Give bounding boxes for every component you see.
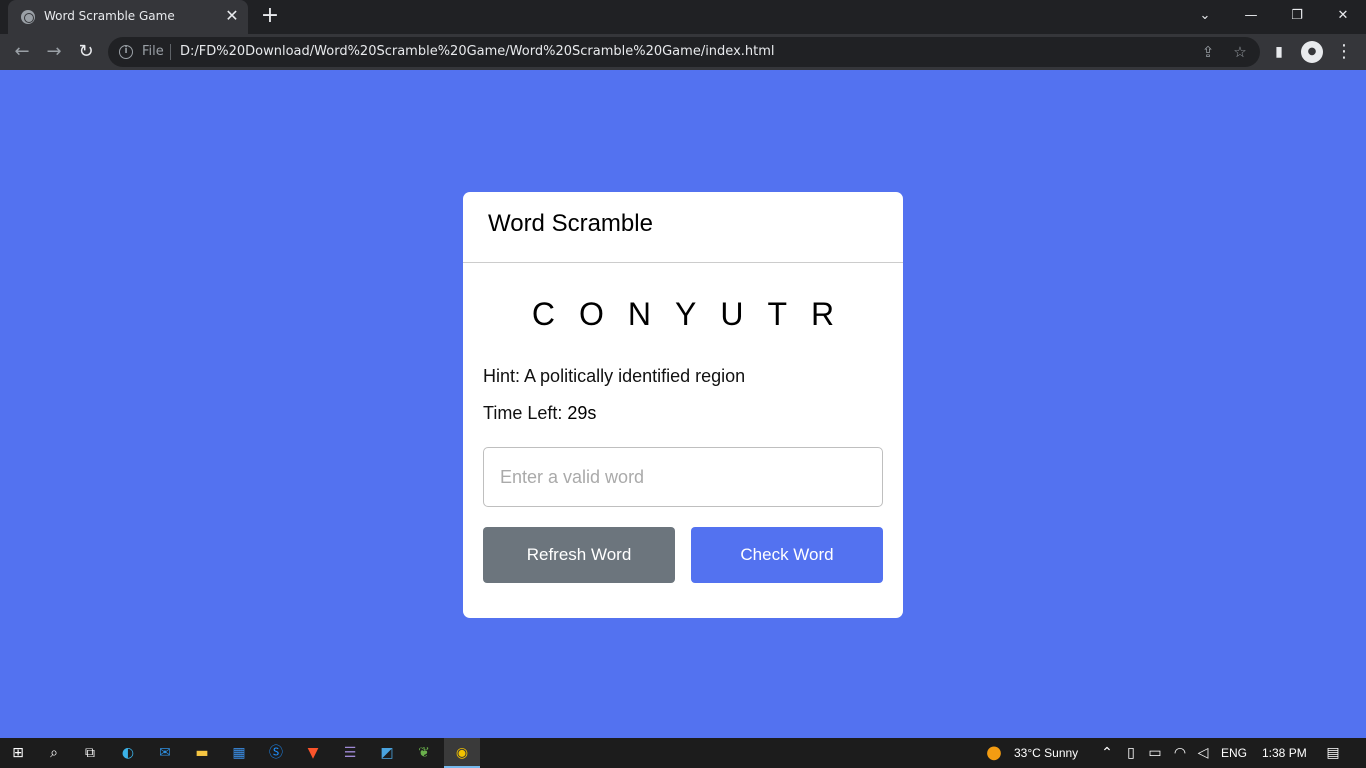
refresh-word-button[interactable]: Refresh Word: [483, 527, 675, 583]
brave-icon[interactable]: ▼: [302, 742, 324, 764]
minimize-button[interactable]: —: [1237, 3, 1265, 29]
task-view-icon[interactable]: ⧉: [79, 742, 101, 764]
header-divider: [463, 262, 903, 263]
back-icon[interactable]: ←: [9, 39, 35, 65]
volume-icon[interactable]: ◁: [1192, 742, 1214, 764]
side-panel-icon[interactable]: ▮: [1266, 39, 1292, 65]
page-background: Word Scramble CONYUTR Hint: A politicall…: [0, 70, 1366, 738]
url-separator: [170, 44, 171, 60]
mail-icon[interactable]: ✉: [154, 742, 176, 764]
weather-sun-icon[interactable]: ●: [983, 742, 1005, 764]
skype-icon[interactable]: Ⓢ: [265, 742, 287, 764]
forward-icon[interactable]: →: [41, 39, 67, 65]
close-window-button[interactable]: ✕: [1329, 3, 1357, 29]
share-icon[interactable]: ⇪: [1198, 42, 1218, 62]
globe-icon: [21, 10, 35, 24]
address-bar[interactable]: i File D:/FD%20Download/Word%20Scramble%…: [108, 37, 1260, 67]
language-indicator[interactable]: ENG: [1221, 746, 1247, 760]
weather-text[interactable]: 33°C Sunny: [1014, 746, 1078, 760]
clock[interactable]: 1:38 PM: [1262, 746, 1307, 760]
tab-close-icon[interactable]: ✕: [223, 7, 241, 25]
windows-taskbar: ⊞ ⌕ ⧉ ◐ ✉ ▬ ▦ Ⓢ ▼ ☰ ◩ ❦ ◉ ● 33°C Sunny ⌃…: [0, 738, 1366, 768]
reload-icon[interactable]: ↻: [73, 39, 99, 65]
edge-icon[interactable]: ◐: [117, 742, 139, 764]
battery-icon[interactable]: ▭: [1144, 742, 1166, 764]
hint-text: A politically identified region: [524, 366, 746, 386]
store-icon[interactable]: ▦: [228, 742, 250, 764]
hint-label: Hint:: [483, 366, 521, 386]
game-title: Word Scramble: [488, 210, 653, 237]
timer-line: Time Left: 29s: [483, 403, 596, 424]
search-icon[interactable]: ⌕: [43, 742, 65, 764]
time-value: 29s: [567, 403, 597, 423]
wifi-icon[interactable]: ◠: [1169, 742, 1191, 764]
browser-tab-bar: Word Scramble Game ✕ + ⌄ — ❐ ✕: [0, 0, 1366, 34]
url-scheme: File: [142, 44, 164, 59]
time-label: Time Left:: [483, 403, 563, 423]
tab-title: Word Scramble Game: [44, 9, 175, 23]
file-explorer-icon[interactable]: ▬: [191, 742, 213, 764]
browser-tab[interactable]: Word Scramble Game ✕: [8, 0, 248, 34]
spring-icon[interactable]: ❦: [413, 742, 435, 764]
chevron-up-icon[interactable]: ⌃: [1096, 742, 1118, 764]
windows-start-icon[interactable]: ⊞: [7, 742, 29, 764]
word-input[interactable]: [483, 447, 883, 507]
browser-toolbar: ← → ↻ i File D:/FD%20Download/Word%20Scr…: [0, 34, 1366, 70]
profile-avatar[interactable]: ●: [1301, 41, 1323, 63]
site-info-icon[interactable]: i: [119, 45, 133, 59]
tab-search-icon[interactable]: ⌄: [1191, 3, 1219, 29]
menu-kebab-icon[interactable]: ⋮: [1331, 39, 1357, 65]
restore-button[interactable]: ❐: [1283, 3, 1311, 29]
notifications-icon[interactable]: ▤: [1322, 742, 1344, 764]
chrome-taskbar-item[interactable]: ◉: [444, 738, 480, 768]
url-text[interactable]: D:/FD%20Download/Word%20Scramble%20Game/…: [180, 44, 775, 59]
bookmark-star-icon[interactable]: ☆: [1230, 42, 1250, 62]
meet-icon[interactable]: ▯: [1120, 742, 1142, 764]
photos-icon[interactable]: ◩: [376, 742, 398, 764]
app-icon[interactable]: ☰: [339, 742, 361, 764]
hint-line: Hint: A politically identified region: [483, 366, 745, 387]
chrome-icon: ◉: [455, 745, 469, 761]
game-card: Word Scramble CONYUTR Hint: A politicall…: [463, 192, 903, 618]
scrambled-word: CONYUTR: [531, 296, 859, 332]
new-tab-button[interactable]: +: [258, 5, 282, 29]
check-word-button[interactable]: Check Word: [691, 527, 883, 583]
